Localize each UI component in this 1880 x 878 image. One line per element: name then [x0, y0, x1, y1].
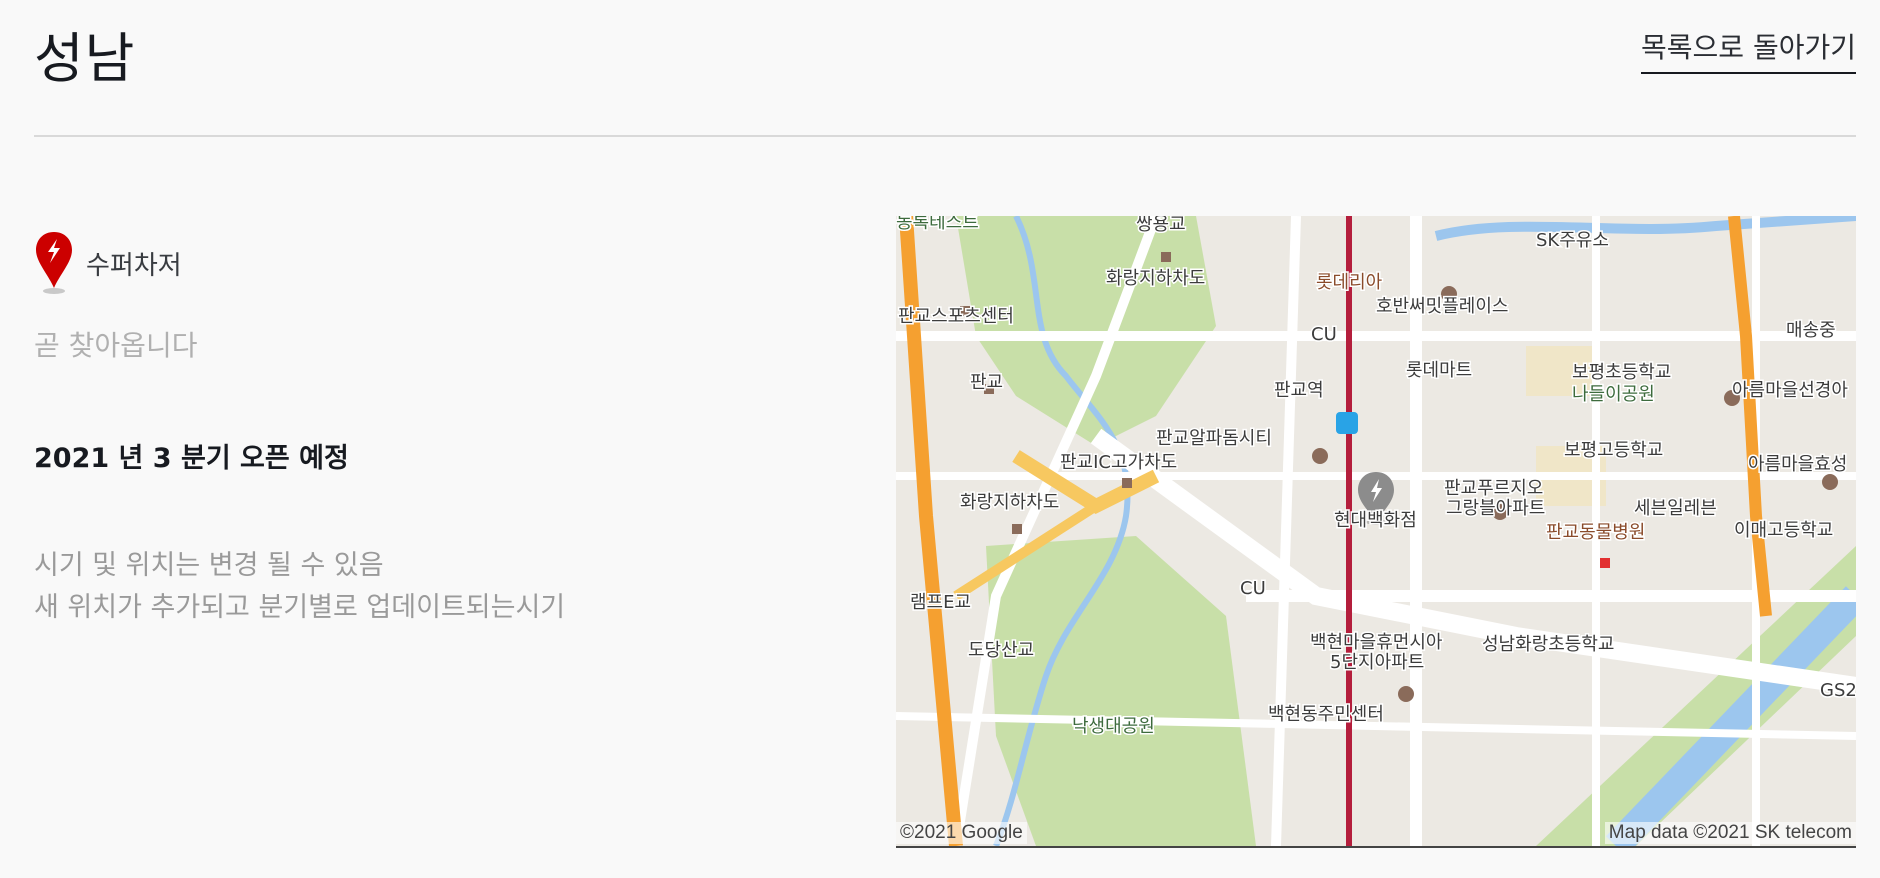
hospital-marker-icon: [1600, 558, 1610, 568]
map-label: 쌍용교: [1136, 216, 1186, 235]
map-attribution-google: ©2021 Google: [896, 822, 1027, 844]
note-line-2: 새 위치가 추가되고 분기별로 업데이트되는시기: [34, 592, 566, 623]
map-label: 판교알파돔시티: [1156, 428, 1272, 449]
back-to-list-link[interactable]: 목록으로 돌아가기: [1641, 26, 1856, 74]
map-label: 판교IC고가차도: [1060, 452, 1177, 473]
map-label: 도당산교: [968, 640, 1034, 661]
location-info: 수퍼차저 곧 찾아옵니다 2021 년 3 분기 오픈 예정 시기 및 위치는 …: [34, 228, 854, 629]
map-label: 동록테스트: [896, 216, 979, 233]
status-text: 곧 찾아옵니다: [34, 329, 198, 362]
map-label: 판교스포츠센터: [898, 306, 1014, 327]
map-label: 롯데마트: [1406, 360, 1472, 381]
map-label: 그랑블아파트: [1446, 498, 1545, 519]
map-label: 낙생대공원: [1072, 716, 1155, 737]
note-line-1: 시기 및 위치는 변경 될 수 있음: [34, 550, 384, 581]
supercharger-pin-icon: [36, 232, 72, 294]
map-label: SK주유소: [1536, 230, 1609, 251]
open-date: 2021 년 3 분기 오픈 예정: [34, 443, 349, 474]
map-label: GS2: [1820, 680, 1856, 701]
map-label: 이매고등학교: [1734, 520, 1833, 541]
map-label: 나들이공원: [1572, 384, 1655, 405]
map-label: 판교동물병원: [1546, 522, 1645, 543]
map-label: 세븐일레븐: [1634, 498, 1717, 519]
map-attribution-data: Map data ©2021 SK telecom: [1604, 822, 1856, 844]
map-label: 아름마을선경아: [1732, 380, 1848, 401]
map-label: CU: [1240, 578, 1266, 599]
map-label: CU: [1311, 324, 1337, 345]
map-label: 아름마을효성: [1748, 454, 1847, 475]
map-label: 화랑지하차도: [960, 492, 1059, 513]
location-map[interactable]: 동록테스트 쌍용교 SK주유소화랑지하차도 롯데리아호반써밋플레이스 판교스포츠센터 CU…: [896, 216, 1856, 848]
page-title: 성남: [34, 27, 136, 90]
map-label: 5단지아파트: [1330, 652, 1424, 673]
page: 성남 목록으로 돌아가기 수퍼차저 곧 찾아옵니다 2021 년 3 분기 오픈…: [0, 0, 1880, 878]
page-header: 성남 목록으로 돌아가기: [34, 0, 1856, 137]
map-label: 매송중: [1786, 320, 1836, 341]
station-icon: [1336, 412, 1358, 434]
map-label: 램프E교: [910, 592, 971, 613]
map-label: 롯데리아: [1316, 272, 1383, 293]
map-label: 백현동주민센터: [1268, 704, 1384, 725]
map-label: 판교푸르지오: [1444, 478, 1543, 499]
notes: 시기 및 위치는 변경 될 수 있음 새 위치가 추가되고 분기별로 업데이트되…: [34, 545, 854, 629]
map-label: 호반써밋플레이스: [1376, 296, 1508, 317]
map-label: 현대백화점: [1334, 510, 1417, 531]
map-label: 백현마을휴먼시아: [1310, 632, 1443, 653]
map-label: 판교역: [1274, 380, 1324, 401]
charger-type-row: 수퍼차저: [34, 228, 854, 298]
map-label: 보평초등학교: [1572, 362, 1671, 383]
charger-type-label: 수퍼차저: [86, 250, 182, 281]
map-label: 판교: [970, 372, 1003, 393]
map-label: 성남화랑초등학교: [1482, 634, 1614, 655]
map-canvas[interactable]: 동록테스트 쌍용교 SK주유소화랑지하차도 롯데리아호반써밋플레이스 판교스포츠센터 CU…: [896, 216, 1856, 846]
map-label: 보평고등학교: [1564, 440, 1663, 461]
map-label: 화랑지하차도: [1106, 268, 1205, 289]
